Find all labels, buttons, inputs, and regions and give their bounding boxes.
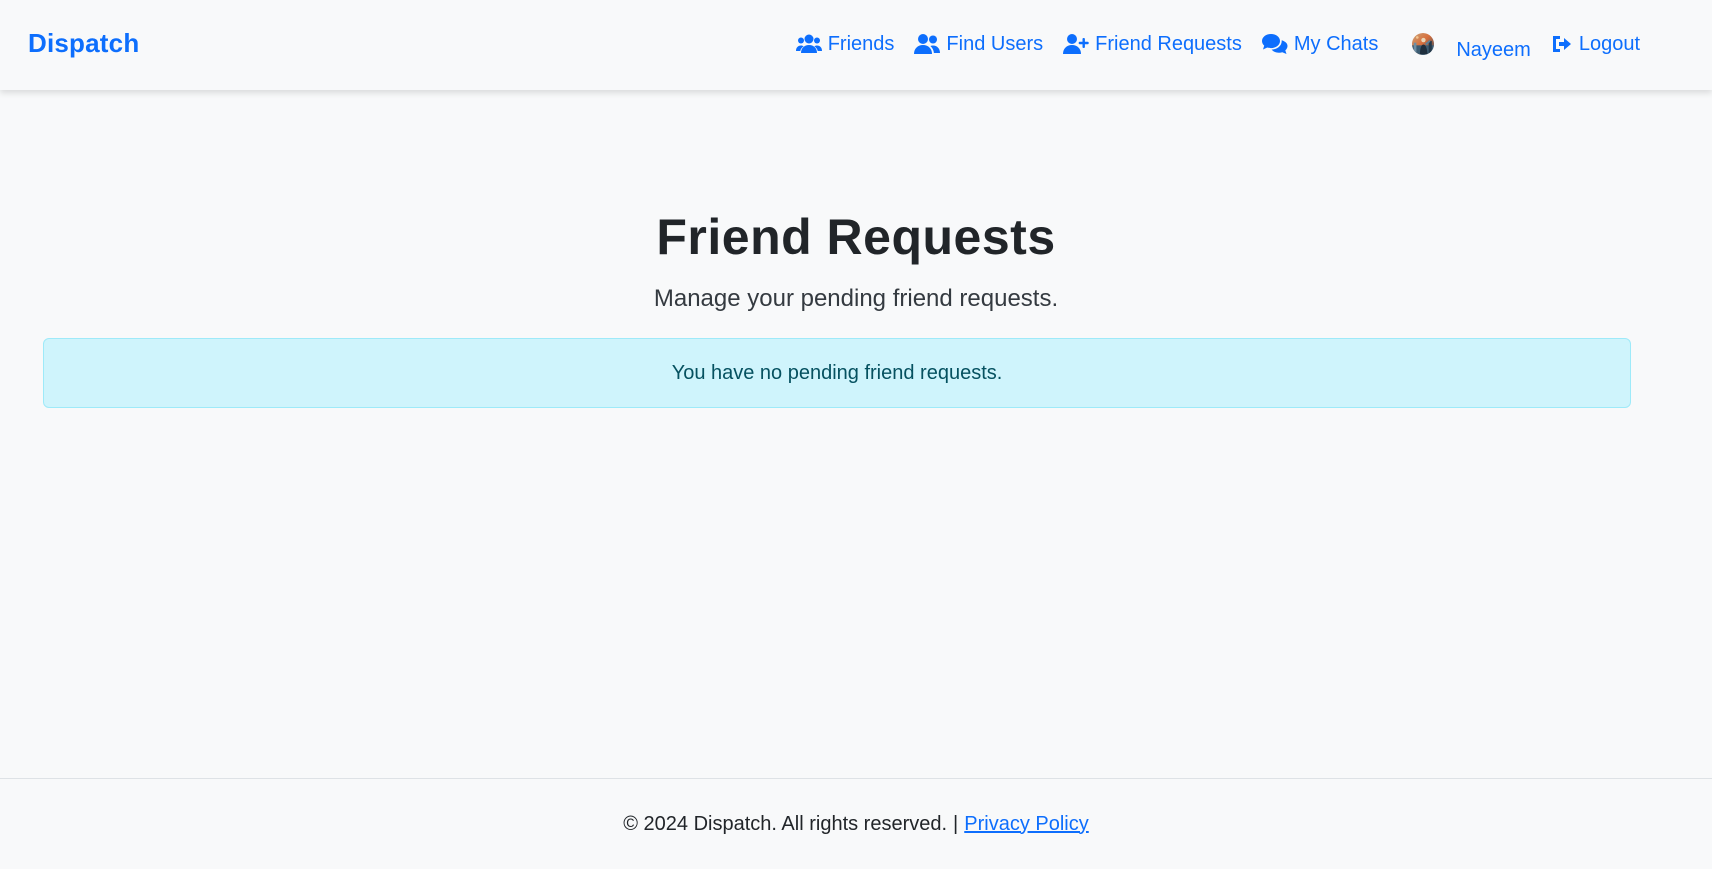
sign-out-icon	[1552, 36, 1571, 52]
user-group-icon	[795, 34, 822, 53]
nav-item-my-chats[interactable]: My Chats	[1261, 32, 1379, 56]
navbar: Dispatch Friends Find Users Friend Reque…	[0, 0, 1712, 90]
comments-icon	[1261, 34, 1288, 54]
nav-label-find-users: Find Users	[946, 32, 1044, 55]
page-title: Friend Requests	[656, 209, 1056, 265]
footer-copyright: © 2024 Dispatch. All rights reserved.	[623, 812, 948, 835]
main-nav: Friends Find Users Friend Requests My Ch…	[795, 16, 1640, 72]
page-subtitle: Manage your pending friend requests.	[653, 285, 1059, 312]
users-icon	[914, 34, 941, 54]
brand-link[interactable]: Dispatch	[28, 28, 139, 59]
info-alert: You have no pending friend requests.	[43, 338, 1631, 408]
logout-button[interactable]: Logout	[1551, 33, 1640, 56]
nav-item-friend-requests[interactable]: Friend Requests	[1063, 33, 1242, 56]
privacy-policy-link[interactable]: Privacy Policy	[964, 813, 1088, 836]
nav-item-find-users[interactable]: Find Users	[914, 33, 1043, 56]
logout-label: Logout	[1578, 32, 1640, 55]
alert-message: You have no pending friend requests.	[671, 361, 1003, 384]
nav-label-my-chats: My Chats	[1293, 32, 1379, 55]
avatar	[1412, 33, 1435, 55]
footer-separator: |	[953, 812, 959, 835]
nav-label-friends: Friends	[827, 32, 895, 55]
footer: © 2024 Dispatch. All rights reserved. | …	[0, 778, 1712, 869]
nav-label-friend-requests: Friend Requests	[1095, 32, 1242, 55]
user-plus-icon	[1063, 34, 1089, 54]
nav-item-friends[interactable]: Friends	[795, 32, 895, 56]
nav-item-profile[interactable]: Nayeem	[1398, 33, 1531, 61]
profile-name: Nayeem	[1456, 38, 1531, 61]
